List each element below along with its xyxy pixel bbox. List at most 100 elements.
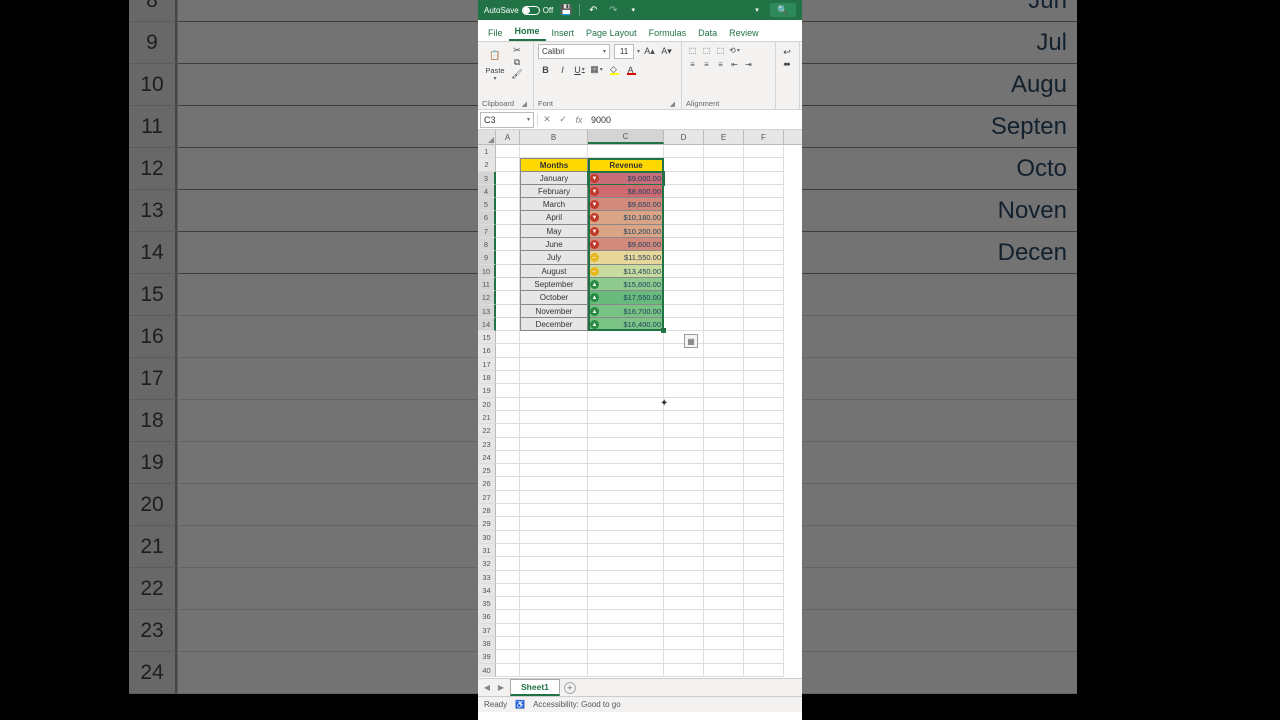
cell-C39[interactable] [588, 650, 664, 663]
cell-F13[interactable] [744, 305, 784, 318]
cell-F30[interactable] [744, 531, 784, 544]
cell-E33[interactable] [704, 571, 744, 584]
row-header[interactable]: 13 [478, 305, 496, 318]
cell-E9[interactable] [704, 251, 744, 264]
cell-A3[interactable] [496, 172, 520, 185]
cell-E17[interactable] [704, 358, 744, 371]
cell-B35[interactable] [520, 597, 588, 610]
cell-C4[interactable]: $8,600.00 [588, 185, 664, 198]
tab-insert[interactable]: Insert [546, 25, 581, 41]
cell-E36[interactable] [704, 610, 744, 623]
row-header[interactable]: 27 [478, 491, 496, 504]
cell-B27[interactable] [520, 491, 588, 504]
cell-F25[interactable] [744, 464, 784, 477]
cell-E29[interactable] [704, 517, 744, 530]
cell-B24[interactable] [520, 451, 588, 464]
row-header[interactable]: 16 [478, 344, 496, 357]
row-header[interactable]: 34 [478, 584, 496, 597]
cell-D25[interactable] [664, 464, 704, 477]
add-sheet-icon[interactable]: + [564, 682, 576, 694]
cell-B13[interactable]: November [520, 305, 588, 318]
align-top-icon[interactable]: ⬚ [686, 44, 699, 56]
cell-D2[interactable] [664, 158, 704, 171]
redo-icon[interactable]: ↷ [606, 3, 620, 17]
cell-F10[interactable] [744, 265, 784, 278]
cell-A32[interactable] [496, 557, 520, 570]
cell-E19[interactable] [704, 384, 744, 397]
cell-C21[interactable] [588, 411, 664, 424]
cell-E26[interactable] [704, 477, 744, 490]
row-header[interactable]: 30 [478, 531, 496, 544]
cancel-icon[interactable]: ✕ [539, 112, 555, 128]
cell-F29[interactable] [744, 517, 784, 530]
cell-C33[interactable] [588, 571, 664, 584]
cell-F5[interactable] [744, 198, 784, 211]
cell-B2[interactable]: Months [520, 158, 588, 171]
cell-D30[interactable] [664, 531, 704, 544]
cell-A31[interactable] [496, 544, 520, 557]
sheet-nav-prev-icon[interactable]: ◀ [482, 683, 492, 692]
cell-A20[interactable] [496, 398, 520, 411]
cell-B6[interactable]: April [520, 211, 588, 224]
cell-B37[interactable] [520, 624, 588, 637]
cell-B28[interactable] [520, 504, 588, 517]
search-box[interactable]: 🔍 [770, 3, 796, 17]
cell-A2[interactable] [496, 158, 520, 171]
row-header[interactable]: 36 [478, 610, 496, 623]
row-header[interactable]: 10 [478, 265, 496, 278]
cell-F16[interactable] [744, 344, 784, 357]
cell-E40[interactable] [704, 664, 744, 677]
cell-C9[interactable]: $11,550.00 [588, 251, 664, 264]
cell-E27[interactable] [704, 491, 744, 504]
underline-button[interactable]: U [572, 62, 587, 77]
cell-F9[interactable] [744, 251, 784, 264]
cell-E23[interactable] [704, 438, 744, 451]
row-header[interactable]: 35 [478, 597, 496, 610]
col-header-e[interactable]: E [704, 130, 744, 144]
cell-C7[interactable]: $10,200.00 [588, 225, 664, 238]
cell-B14[interactable]: December [520, 318, 588, 331]
cell-B33[interactable] [520, 571, 588, 584]
align-right-icon[interactable]: ≡ [714, 58, 727, 70]
cell-D11[interactable] [664, 278, 704, 291]
cell-C2[interactable]: Revenue [588, 158, 664, 171]
cell-C34[interactable] [588, 584, 664, 597]
cell-B7[interactable]: May [520, 225, 588, 238]
tab-pagelayout[interactable]: Page Layout [580, 25, 643, 41]
cell-D21[interactable] [664, 411, 704, 424]
row-header[interactable]: 20 [478, 398, 496, 411]
orientation-icon[interactable]: ⟲ [728, 44, 741, 56]
cell-D38[interactable] [664, 637, 704, 650]
cell-E4[interactable] [704, 185, 744, 198]
row-header[interactable]: 5 [478, 198, 496, 211]
cell-C32[interactable] [588, 557, 664, 570]
cell-B9[interactable]: July [520, 251, 588, 264]
cell-C10[interactable]: $13,450.00 [588, 265, 664, 278]
cell-A12[interactable] [496, 291, 520, 304]
col-header-a[interactable]: A [496, 130, 520, 144]
cell-C16[interactable] [588, 344, 664, 357]
cell-C23[interactable] [588, 438, 664, 451]
cell-F22[interactable] [744, 424, 784, 437]
cell-A6[interactable] [496, 211, 520, 224]
cell-F38[interactable] [744, 637, 784, 650]
cell-B3[interactable]: January [520, 172, 588, 185]
row-header[interactable]: 19 [478, 384, 496, 397]
cell-F12[interactable] [744, 291, 784, 304]
save-icon[interactable]: 💾 [559, 3, 573, 17]
cell-E35[interactable] [704, 597, 744, 610]
cell-F32[interactable] [744, 557, 784, 570]
align-left-icon[interactable]: ≡ [686, 58, 699, 70]
row-header[interactable]: 17 [478, 358, 496, 371]
cell-F34[interactable] [744, 584, 784, 597]
row-header[interactable]: 25 [478, 464, 496, 477]
border-button[interactable]: ▦ [589, 62, 604, 77]
row-header[interactable]: 24 [478, 451, 496, 464]
cell-D36[interactable] [664, 610, 704, 623]
cell-F3[interactable] [744, 172, 784, 185]
row-header[interactable]: 37 [478, 624, 496, 637]
format-painter-icon[interactable]: 🖌 [510, 68, 524, 80]
row-header[interactable]: 26 [478, 477, 496, 490]
cell-F1[interactable] [744, 145, 784, 158]
cell-C3[interactable]: $9,000.00 [588, 172, 664, 185]
